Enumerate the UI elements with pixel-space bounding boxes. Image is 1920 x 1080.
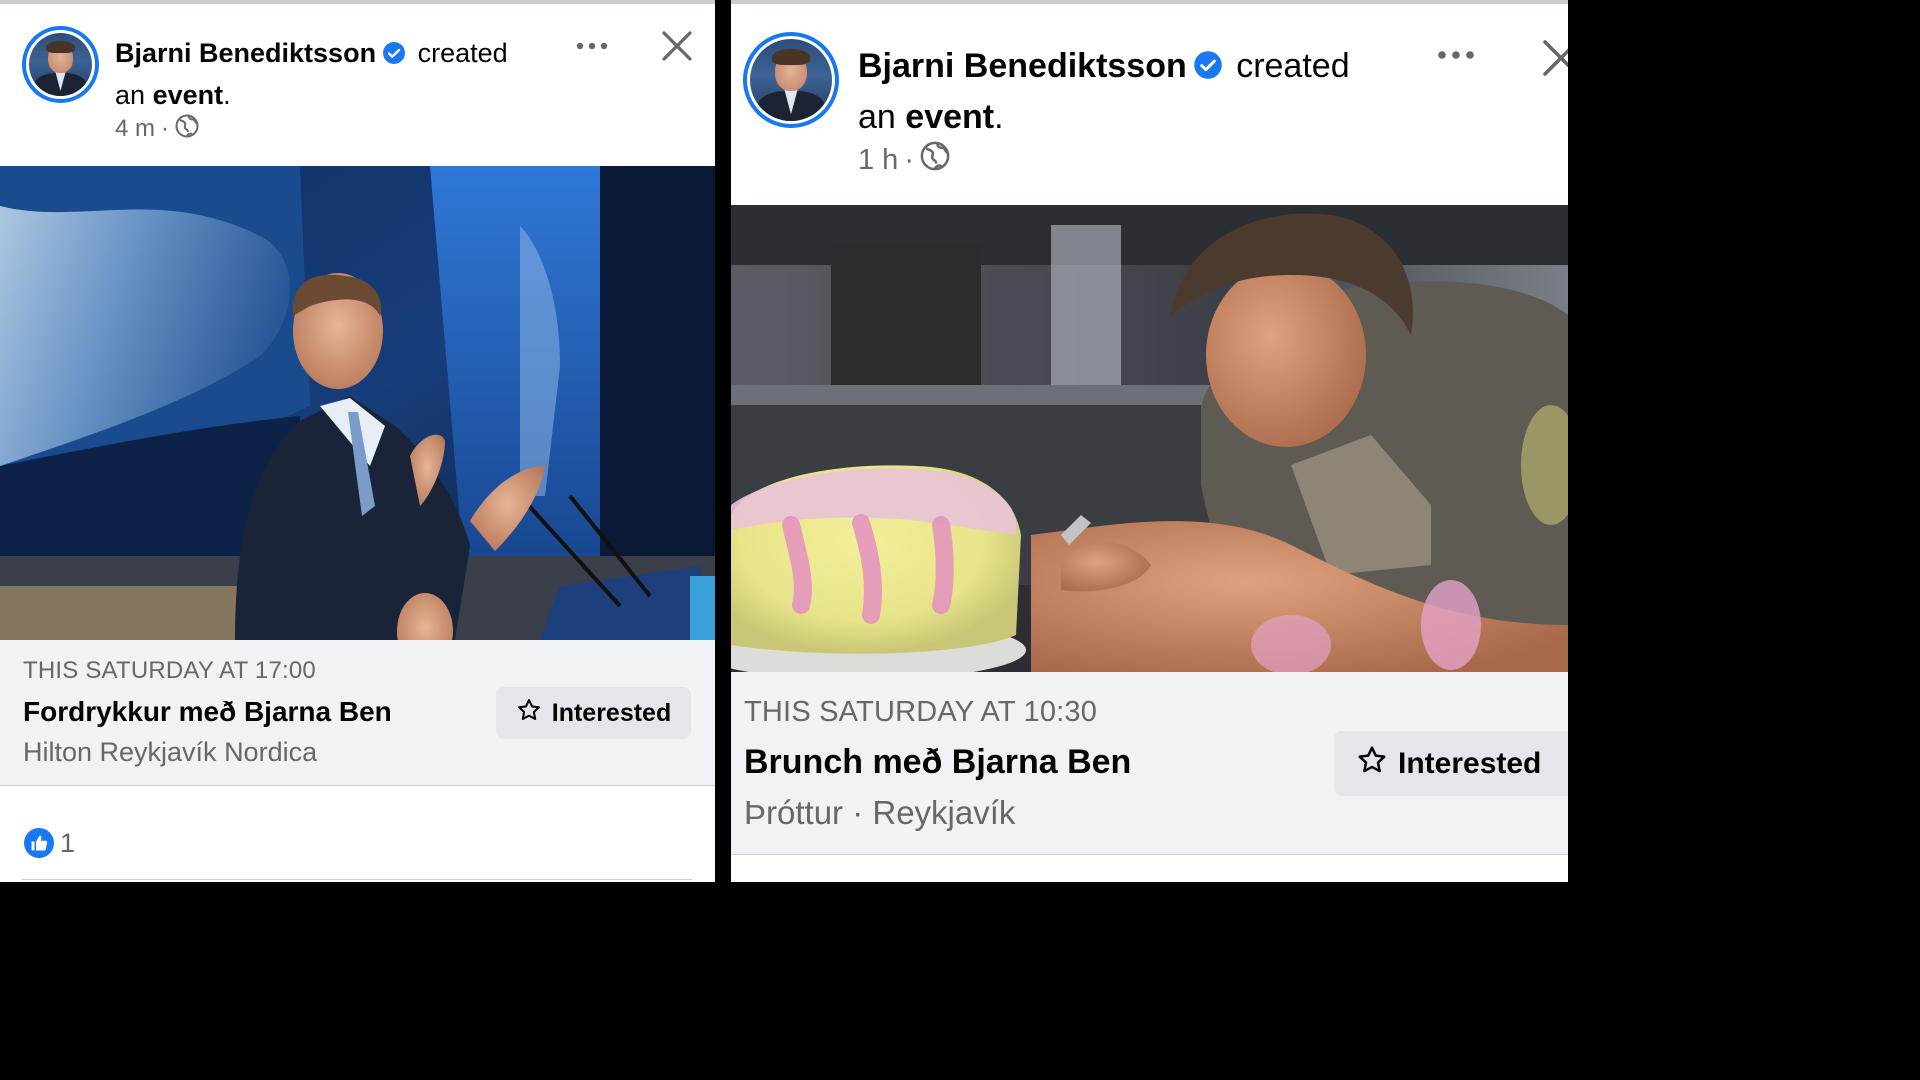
more-options-icon[interactable] — [1435, 40, 1477, 75]
event-cover-photo[interactable] — [731, 205, 1568, 672]
close-icon[interactable] — [660, 29, 694, 68]
post-meta: 1 h · — [858, 141, 950, 179]
star-icon — [1356, 744, 1398, 784]
interested-button[interactable]: Interested — [1334, 731, 1568, 796]
more-options-icon[interactable] — [574, 32, 610, 65]
action-text-an: an — [858, 98, 896, 137]
divider — [0, 785, 715, 786]
post-header: Bjarni Benediktsson created an event. — [115, 34, 555, 115]
star-icon — [516, 697, 552, 730]
separator-dot: · — [161, 115, 170, 142]
action-period: . — [994, 98, 1004, 137]
author-name[interactable]: Bjarni Benediktsson — [858, 47, 1187, 85]
event-details[interactable]: THIS SATURDAY AT 10:30 Brunch með Bjarna… — [731, 672, 1568, 854]
event-datetime: THIS SATURDAY AT 10:30 — [744, 696, 1098, 728]
verified-badge-icon — [1193, 45, 1223, 93]
interested-label: Interested — [1398, 746, 1542, 780]
author-name[interactable]: Bjarni Benediktsson — [115, 38, 376, 68]
interested-label: Interested — [551, 698, 672, 727]
globe-icon — [175, 114, 199, 145]
divider — [731, 854, 1568, 855]
event-title[interactable]: Fordrykkur með Bjarna Ben — [23, 696, 392, 728]
action-object[interactable]: event — [153, 80, 224, 110]
action-text: created — [1236, 47, 1350, 85]
close-icon[interactable] — [1541, 38, 1568, 83]
action-text-an: an — [115, 80, 146, 111]
action-object[interactable]: event — [905, 98, 994, 136]
top-edge — [731, 0, 1568, 4]
post-panel-right: Bjarni Benediktsson created an event. 1 … — [731, 0, 1568, 882]
action-period: . — [223, 80, 231, 111]
event-cover-photo[interactable] — [0, 166, 715, 640]
event-datetime: THIS SATURDAY AT 17:00 — [23, 657, 316, 684]
globe-icon — [920, 141, 950, 179]
event-details[interactable]: THIS SATURDAY AT 17:00 Fordrykkur með Bj… — [0, 640, 715, 785]
event-location[interactable]: Hilton Reykjavík Nordica — [23, 737, 317, 768]
reaction-count[interactable]: 1 — [60, 828, 75, 859]
event-location[interactable]: Þróttur · Reykjavík — [744, 794, 1015, 832]
verified-badge-icon — [382, 37, 406, 76]
avatar[interactable] — [22, 26, 99, 103]
avatar[interactable] — [743, 32, 839, 128]
event-title[interactable]: Brunch með Bjarna Ben — [744, 743, 1131, 782]
timestamp[interactable]: 4 m — [115, 115, 155, 143]
divider-bottom — [22, 879, 692, 880]
post-meta: 4 m · — [115, 114, 199, 144]
separator-dot: · — [904, 143, 914, 176]
post-panel-left: Bjarni Benediktsson created an event. 4 … — [0, 0, 715, 882]
like-icon[interactable] — [24, 828, 54, 858]
top-edge — [0, 0, 715, 4]
post-header: Bjarni Benediktsson created an event. — [858, 42, 1418, 142]
timestamp[interactable]: 1 h — [858, 144, 898, 177]
interested-button[interactable]: Interested — [496, 687, 691, 739]
action-text: created — [417, 38, 508, 68]
